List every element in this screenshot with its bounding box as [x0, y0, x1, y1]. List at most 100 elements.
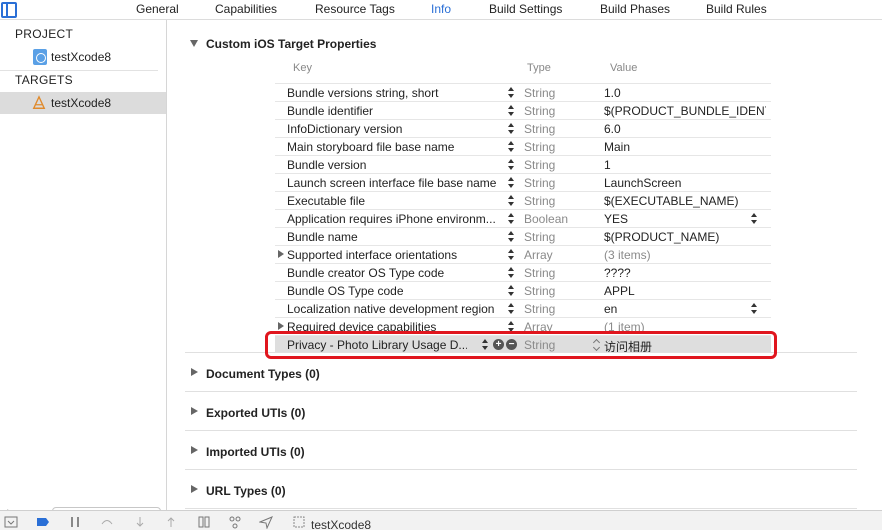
document-types-title[interactable]: Document Types (0)	[206, 367, 320, 381]
row-type: String	[524, 266, 556, 280]
sidebar-item-project[interactable]: testXcode8	[0, 46, 166, 68]
imported-utis-title[interactable]: Imported UTIs (0)	[206, 445, 305, 459]
table-row[interactable]: Application requires iPhone environm... …	[275, 209, 771, 227]
tab-resource-tags[interactable]: Resource Tags	[315, 2, 395, 16]
divider	[185, 352, 857, 353]
tab-info[interactable]: Info	[431, 2, 451, 16]
disclosure-open-icon[interactable]	[190, 40, 198, 47]
row-type: String	[524, 284, 556, 298]
tab-build-rules[interactable]: Build Rules	[706, 2, 767, 16]
memory-graph-icon[interactable]	[228, 515, 242, 529]
row-key: Bundle OS Type code	[287, 284, 404, 298]
row-key: Required device capabilities	[287, 320, 437, 334]
table-row[interactable]: Main storyboard file base name String Ma…	[275, 137, 771, 155]
table-row[interactable]: Bundle creator OS Type code String ????	[275, 263, 771, 281]
row-value[interactable]: 6.0	[604, 122, 766, 136]
info-editor: Custom iOS Target Properties Key Type Va…	[168, 20, 882, 510]
sidebar-item-label: testXcode8	[51, 96, 112, 110]
step-into-icon[interactable]	[133, 515, 147, 529]
row-value[interactable]: $(EXECUTABLE_NAME)	[604, 194, 766, 208]
row-type: String	[524, 86, 556, 100]
key-stepper-icon[interactable]	[508, 320, 516, 334]
table-row-selected[interactable]: Privacy - Photo Library Usage D... + − S…	[275, 335, 771, 354]
row-value[interactable]: APPL	[604, 284, 766, 298]
row-key[interactable]: Privacy - Photo Library Usage D...	[287, 338, 467, 352]
row-value[interactable]: ????	[604, 266, 766, 280]
table-row[interactable]: InfoDictionary version String 6.0	[275, 119, 771, 137]
disclosure-closed-icon[interactable]	[191, 485, 198, 493]
key-stepper-icon[interactable]	[508, 104, 516, 118]
view-hierarchy-icon[interactable]	[197, 515, 211, 529]
row-key: Bundle creator OS Type code	[287, 266, 445, 280]
step-out-icon[interactable]	[164, 515, 178, 529]
row-type: String	[524, 158, 556, 172]
column-header-value[interactable]: Value	[610, 62, 637, 74]
row-value[interactable]: (3 items)	[604, 248, 766, 262]
table-row[interactable]: Executable file String $(EXECUTABLE_NAME…	[275, 191, 771, 209]
sidebar-toggle-icon[interactable]	[1, 2, 17, 18]
key-stepper-icon[interactable]	[508, 230, 516, 244]
table-row[interactable]: Localization native development region S…	[275, 299, 771, 317]
key-stepper-icon[interactable]	[508, 176, 516, 190]
key-stepper-icon[interactable]	[508, 302, 516, 316]
key-stepper-icon[interactable]	[508, 140, 516, 154]
row-value[interactable]: $(PRODUCT_BUNDLE_IDENTI	[604, 104, 766, 118]
row-value[interactable]: (1 item)	[604, 320, 766, 334]
key-stepper-icon[interactable]	[508, 158, 516, 172]
row-value[interactable]: Main	[604, 140, 766, 154]
value-stepper-icon[interactable]	[751, 302, 759, 316]
disclosure-closed-icon[interactable]	[191, 407, 198, 415]
divider	[185, 430, 857, 431]
table-row[interactable]: Launch screen interface file base name S…	[275, 173, 771, 191]
table-row[interactable]: Bundle versions string, short String 1.0	[275, 83, 771, 101]
tab-capabilities[interactable]: Capabilities	[215, 2, 277, 16]
key-stepper-icon[interactable]	[508, 86, 516, 100]
add-row-icon[interactable]: +	[493, 339, 504, 350]
value-stepper-icon[interactable]	[751, 212, 759, 226]
key-stepper-icon[interactable]	[482, 338, 490, 352]
key-stepper-icon[interactable]	[508, 284, 516, 298]
breakpoint-icon[interactable]	[36, 515, 50, 529]
row-type: String	[524, 302, 556, 316]
hide-debug-area-icon[interactable]	[4, 515, 18, 529]
value-chevron-icon[interactable]	[593, 339, 601, 351]
row-key: InfoDictionary version	[287, 122, 403, 136]
table-row[interactable]: Bundle version String 1	[275, 155, 771, 173]
key-stepper-icon[interactable]	[508, 248, 516, 262]
tab-general[interactable]: General	[136, 2, 179, 16]
row-value[interactable]: en	[604, 302, 766, 316]
row-disclosure-icon[interactable]	[278, 250, 284, 258]
sidebar-item-target[interactable]: testXcode8	[0, 92, 166, 114]
remove-row-icon[interactable]: −	[506, 339, 517, 350]
column-header-key[interactable]: Key	[293, 62, 312, 74]
row-value[interactable]: $(PRODUCT_NAME)	[604, 230, 766, 244]
row-type: String	[524, 140, 556, 154]
key-stepper-icon[interactable]	[508, 266, 516, 280]
pause-icon[interactable]	[68, 515, 82, 529]
row-value[interactable]: YES	[604, 212, 766, 226]
url-types-title[interactable]: URL Types (0)	[206, 484, 286, 498]
key-stepper-icon[interactable]	[508, 122, 516, 136]
step-over-icon[interactable]	[100, 515, 114, 529]
scheme-label[interactable]: testXcode8	[311, 518, 371, 530]
disclosure-closed-icon[interactable]	[191, 446, 198, 454]
row-value[interactable]: LaunchScreen	[604, 176, 766, 190]
row-type: String	[524, 122, 556, 136]
tab-build-settings[interactable]: Build Settings	[489, 2, 562, 16]
column-header-type[interactable]: Type	[527, 62, 551, 74]
exported-utis-title[interactable]: Exported UTIs (0)	[206, 406, 305, 420]
row-value[interactable]: 1.0	[604, 86, 766, 100]
tab-build-phases[interactable]: Build Phases	[600, 2, 670, 16]
table-row[interactable]: Bundle OS Type code String APPL	[275, 281, 771, 299]
row-value[interactable]: 1	[604, 158, 766, 172]
disclosure-closed-icon[interactable]	[191, 368, 198, 376]
key-stepper-icon[interactable]	[508, 212, 516, 226]
table-row[interactable]: Bundle name String $(PRODUCT_NAME)	[275, 227, 771, 245]
table-row[interactable]: Supported interface orientations Array (…	[275, 245, 771, 263]
location-icon[interactable]	[259, 515, 273, 529]
row-disclosure-icon[interactable]	[278, 322, 284, 330]
table-row[interactable]: Required device capabilities Array (1 it…	[275, 317, 771, 335]
row-type: String	[524, 230, 556, 244]
key-stepper-icon[interactable]	[508, 194, 516, 208]
table-row[interactable]: Bundle identifier String $(PRODUCT_BUNDL…	[275, 101, 771, 119]
